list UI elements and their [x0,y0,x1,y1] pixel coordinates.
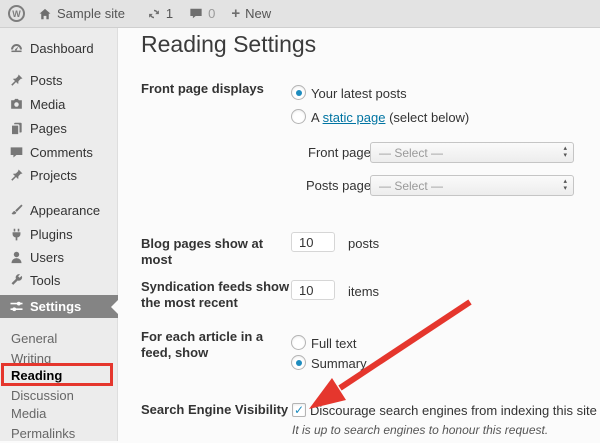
admin-sidebar: Dashboard Posts Media Pages Comments Pro… [0,28,118,441]
sidebar-item-pages[interactable]: Pages [0,116,118,140]
sliders-icon [8,299,24,315]
front-page-displays-label: Front page displays [141,81,297,97]
camera-icon [8,96,24,112]
updates-indicator[interactable]: 1 [147,6,173,21]
page-title: Reading Settings [141,31,316,58]
sidebar-item-dashboard[interactable]: Dashboard [0,36,118,60]
discourage-search-engines-label: Discourage search engines from indexing … [310,403,597,418]
sidebar-item-posts[interactable]: Posts [0,68,118,92]
syndication-unit: items [348,284,379,299]
radio-full-text[interactable] [291,335,306,350]
new-content-button[interactable]: + New [231,6,271,21]
posts-page-select-label: Posts page: [306,178,375,193]
sidebar-item-users[interactable]: Users [0,245,118,269]
sidebar-subitem-media[interactable]: Media [0,403,118,423]
sidebar-subitem-permalinks[interactable]: Permalinks [0,423,118,443]
sidebar-item-comments[interactable]: Comments [0,140,118,164]
site-name-link[interactable]: Sample site [38,6,125,21]
update-arrows-icon [147,7,161,21]
sidebar-item-projects[interactable]: Projects [0,163,118,187]
radio-static-page[interactable] [291,109,306,124]
wordpress-logo-icon[interactable]: W [8,5,25,22]
posts-page-select[interactable]: — Select — ▴▾ [370,175,574,196]
radio-full-text-label: Full text [311,336,357,351]
blog-pages-input[interactable] [291,232,335,252]
pages-icon [8,120,24,136]
radio-your-latest-posts-label: Your latest posts [311,86,407,101]
home-icon [38,7,52,21]
discourage-search-engines-checkbox[interactable]: ✓ [292,403,306,417]
radio-your-latest-posts[interactable] [291,85,306,100]
dashboard-gauge-icon [8,40,24,56]
plug-icon [8,226,24,242]
sidebar-item-appearance[interactable]: Appearance [0,198,118,222]
sidebar-subitem-discussion[interactable]: Discussion [0,385,118,405]
radio-summary-label: Summary [311,356,367,371]
pushpin-icon [8,72,24,88]
radio-static-page-label: A static page (select below) [311,110,469,125]
blog-pages-unit: posts [348,236,379,251]
paintbrush-icon [8,202,24,218]
comments-indicator[interactable]: 0 [189,6,215,21]
sidebar-item-plugins[interactable]: Plugins [0,222,118,246]
plus-icon: + [231,6,240,21]
feed-article-label: For each article in a feed, show [141,329,297,361]
sidebar-item-media[interactable]: Media [0,92,118,116]
comment-bubble-icon [189,7,203,20]
admin-bar: W Sample site 1 0 + New [0,0,600,28]
sidebar-subitem-reading[interactable]: Reading [0,365,118,385]
wrench-icon [8,272,24,288]
reading-settings-page: Reading Settings Front page displays You… [119,28,600,441]
front-page-select[interactable]: — Select — ▴▾ [370,142,574,163]
front-page-select-label: Front page: [308,145,375,160]
radio-summary[interactable] [291,355,306,370]
sidebar-subitem-general[interactable]: General [0,328,118,348]
sidebar-item-settings[interactable]: Settings [0,295,118,318]
syndication-input[interactable] [291,280,335,300]
comment-bubble-icon [8,144,24,160]
search-visibility-note: It is up to search engines to honour thi… [292,423,548,437]
static-page-link[interactable]: static page [323,110,386,125]
search-engine-visibility-label: Search Engine Visibility [141,402,297,418]
sidebar-item-tools[interactable]: Tools [0,268,118,292]
select-stepper-icon: ▴▾ [563,145,567,159]
syndication-label: Syndication feeds show the most recent [141,279,297,311]
person-icon [8,249,24,265]
blog-pages-label: Blog pages show at most [141,236,297,268]
pushpin-icon [8,167,24,183]
select-stepper-icon: ▴▾ [563,178,567,192]
